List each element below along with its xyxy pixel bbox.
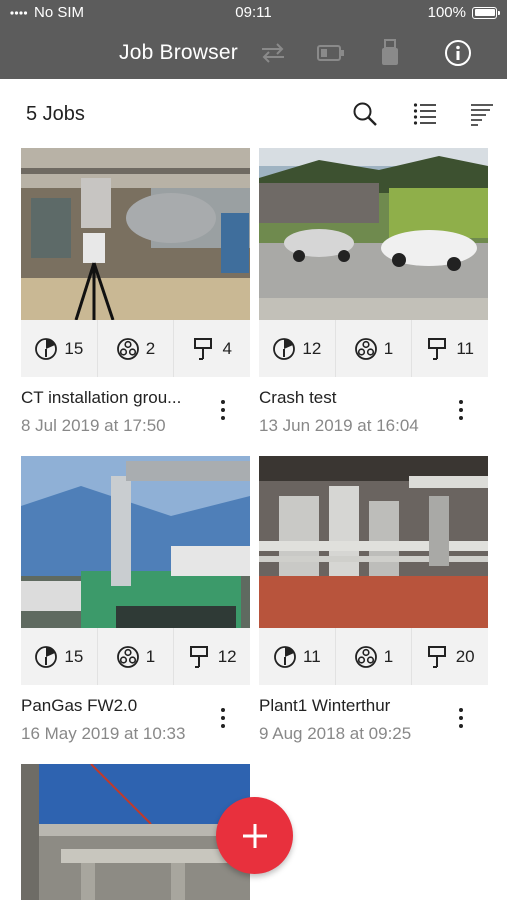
marker-icon bbox=[189, 645, 208, 668]
clusters-count: 1 bbox=[145, 646, 156, 666]
sort-icon[interactable] bbox=[467, 99, 497, 129]
scans-stat: 15 bbox=[21, 628, 98, 685]
marker-icon bbox=[427, 645, 446, 668]
scans-stat: 15 bbox=[21, 320, 98, 377]
job-title[interactable]: CT installation grou... bbox=[21, 388, 206, 408]
scans-stat: 12 bbox=[259, 320, 336, 377]
cluster-icon bbox=[354, 337, 377, 360]
battery-icon[interactable] bbox=[316, 38, 346, 68]
markers-count: 4 bbox=[222, 338, 232, 358]
marker-icon bbox=[194, 337, 213, 360]
job-title[interactable]: Crash test bbox=[259, 388, 444, 408]
job-stats: 15 2 4 bbox=[21, 320, 250, 377]
scans-count: 12 bbox=[302, 338, 322, 358]
job-title[interactable]: PanGas FW2.0 bbox=[21, 696, 206, 716]
search-icon[interactable] bbox=[350, 99, 380, 129]
scan-icon bbox=[273, 337, 296, 360]
more-options-icon[interactable] bbox=[449, 395, 473, 425]
status-bar: No SIM 09:11 100% bbox=[0, 0, 507, 26]
markers-stat: 4 bbox=[174, 320, 250, 377]
clusters-count: 1 bbox=[383, 646, 394, 666]
list-view-icon[interactable] bbox=[410, 99, 440, 129]
job-thumbnail-photo[interactable] bbox=[259, 456, 488, 628]
markers-count: 12 bbox=[217, 646, 237, 666]
clusters-stat: 1 bbox=[98, 628, 175, 685]
job-title[interactable]: Plant1 Winterthur bbox=[259, 696, 444, 716]
scans-stat: 11 bbox=[259, 628, 336, 685]
more-options-icon[interactable] bbox=[211, 703, 235, 733]
scan-icon bbox=[35, 337, 58, 360]
top-bar: No SIM 09:11 100% Job Browser bbox=[0, 0, 507, 79]
job-date: 16 May 2019 at 10:33 bbox=[21, 724, 186, 743]
scan-icon bbox=[35, 645, 58, 668]
job-stats: 15 1 12 bbox=[21, 628, 250, 685]
job-stats: 12 1 11 bbox=[259, 320, 488, 377]
cluster-icon bbox=[116, 645, 139, 668]
scans-count: 11 bbox=[303, 646, 321, 666]
scan-icon bbox=[274, 645, 296, 668]
job-stats: 11 1 20 bbox=[259, 628, 488, 685]
battery-status-icon bbox=[472, 6, 500, 19]
sync-icon[interactable] bbox=[258, 38, 288, 68]
scans-count: 15 bbox=[64, 338, 84, 358]
scans-count: 15 bbox=[64, 646, 84, 666]
job-card[interactable]: 15 1 12 PanGas FW2.0 16 May 2019 at 10:3… bbox=[21, 456, 250, 743]
add-job-button[interactable] bbox=[216, 797, 293, 874]
clusters-count: 2 bbox=[145, 338, 156, 358]
markers-count: 11 bbox=[456, 338, 474, 358]
markers-stat: 20 bbox=[412, 628, 488, 685]
more-options-icon[interactable] bbox=[211, 395, 235, 425]
job-thumbnail-photo[interactable] bbox=[21, 456, 250, 628]
job-card[interactable]: 12 1 11 Crash test 13 Jun 2019 at 16:04 bbox=[259, 148, 488, 435]
job-date: 13 Jun 2019 at 16:04 bbox=[259, 416, 419, 435]
clusters-stat: 1 bbox=[336, 628, 413, 685]
info-icon[interactable] bbox=[443, 38, 473, 68]
usb-icon[interactable] bbox=[375, 38, 405, 68]
jobs-count: 5 Jobs bbox=[26, 103, 85, 125]
job-thumbnail-photo[interactable] bbox=[21, 148, 250, 320]
markers-count: 20 bbox=[455, 646, 475, 666]
markers-stat: 11 bbox=[412, 320, 488, 377]
cluster-icon bbox=[116, 337, 139, 360]
clusters-count: 1 bbox=[383, 338, 394, 358]
list-header: 5 Jobs bbox=[0, 90, 507, 138]
job-card[interactable]: 15 2 4 CT installation grou... 8 Jul 201… bbox=[21, 148, 250, 435]
markers-stat: 12 bbox=[174, 628, 250, 685]
page-title: Job Browser bbox=[119, 41, 238, 64]
job-date: 8 Jul 2019 at 17:50 bbox=[21, 416, 166, 435]
plus-icon bbox=[242, 823, 267, 848]
job-thumbnail-photo[interactable] bbox=[259, 148, 488, 320]
more-options-icon[interactable] bbox=[449, 703, 473, 733]
clusters-stat: 2 bbox=[98, 320, 175, 377]
clusters-stat: 1 bbox=[336, 320, 413, 377]
cluster-icon bbox=[354, 645, 377, 668]
marker-icon bbox=[428, 337, 447, 360]
job-date: 9 Aug 2018 at 09:25 bbox=[259, 724, 412, 743]
job-card[interactable]: 11 1 20 Plant1 Winterthur 9 Aug 2018 at … bbox=[259, 456, 488, 743]
battery-percent: 100% bbox=[427, 4, 466, 21]
